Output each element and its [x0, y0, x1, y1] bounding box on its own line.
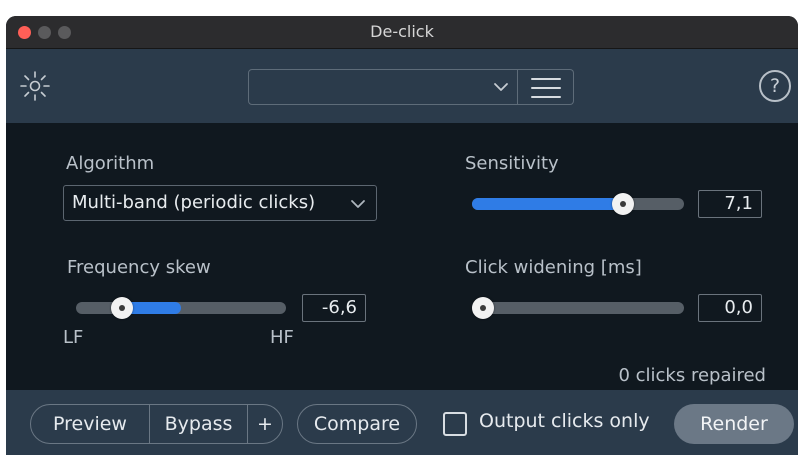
preset-dropdown[interactable]: [248, 69, 518, 105]
module-header: ?: [6, 49, 798, 123]
frequency-skew-slider-handle[interactable]: [111, 297, 133, 319]
bypass-button[interactable]: Bypass: [149, 404, 248, 444]
algorithm-label: Algorithm: [66, 153, 155, 174]
click-widening-slider-handle[interactable]: [472, 297, 494, 319]
sensitivity-label: Sensitivity: [465, 153, 559, 174]
hamburger-icon: [531, 78, 561, 98]
hf-label: HF: [270, 327, 294, 348]
window-title: De-click: [370, 22, 434, 41]
clicks-repaired-status: 0 clicks repaired: [618, 365, 766, 386]
output-clicks-only-label[interactable]: Output clicks only: [479, 410, 650, 432]
chevron-down-icon: [351, 200, 365, 208]
de-click-window: De-click ? Algorithm Multi-band (periodi…: [6, 16, 798, 455]
sensitivity-slider-fill: [472, 198, 623, 210]
preview-button[interactable]: Preview: [30, 404, 150, 444]
footer-bar: Preview Bypass + Compare Output clicks o…: [6, 390, 798, 455]
sensitivity-slider-handle[interactable]: [612, 193, 634, 215]
add-button[interactable]: +: [247, 404, 283, 444]
algorithm-dropdown[interactable]: Multi-band (periodic clicks): [63, 185, 377, 221]
output-clicks-only-checkbox[interactable]: [443, 412, 467, 436]
algorithm-value: Multi-band (periodic clicks): [72, 192, 316, 213]
frequency-skew-label: Frequency skew: [67, 257, 211, 278]
frequency-skew-value-field[interactable]: -6,6: [302, 294, 366, 322]
lf-label: LF: [63, 327, 84, 348]
sun-icon[interactable]: [18, 69, 52, 103]
click-widening-value-field[interactable]: 0,0: [698, 294, 762, 322]
click-widening-slider[interactable]: [472, 297, 684, 319]
sensitivity-value-field[interactable]: 7,1: [698, 190, 762, 218]
sensitivity-slider[interactable]: [472, 193, 684, 215]
preset-menu-button[interactable]: [518, 69, 574, 105]
frequency-skew-slider[interactable]: [76, 297, 286, 319]
click-widening-label: Click widening [ms]: [465, 257, 642, 278]
help-button[interactable]: ?: [759, 70, 791, 102]
title-bar: De-click: [6, 16, 798, 49]
compare-button[interactable]: Compare: [297, 404, 417, 444]
chevron-down-icon: [494, 83, 508, 91]
render-button[interactable]: Render: [674, 404, 794, 444]
